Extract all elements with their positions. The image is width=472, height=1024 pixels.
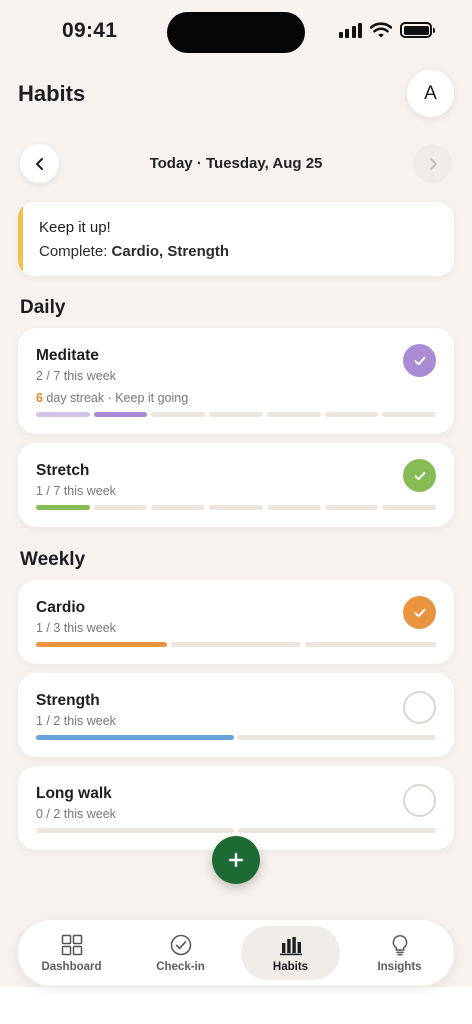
habit-progress-bar bbox=[36, 642, 437, 647]
progress-segment bbox=[382, 412, 437, 417]
progress-segment bbox=[151, 412, 206, 417]
progress-segment bbox=[36, 735, 234, 740]
progress-segment bbox=[36, 642, 167, 647]
tab-label: Habits bbox=[272, 961, 309, 973]
habit-name: Meditate bbox=[36, 347, 99, 364]
banner-complete-prefix: Complete: bbox=[39, 243, 112, 260]
progress-segment bbox=[36, 505, 90, 510]
progress-segment bbox=[151, 505, 206, 510]
habit-progress-bar bbox=[36, 828, 436, 833]
banner-complete-line: Complete: Cardio, Strength bbox=[39, 243, 229, 260]
habit-card-strength[interactable]: Strength 1 / 2 this week bbox=[18, 673, 454, 757]
progress-segment bbox=[324, 412, 379, 417]
dynamic-island bbox=[167, 12, 305, 53]
plus-icon bbox=[228, 852, 244, 868]
progress-segment bbox=[266, 412, 321, 417]
progress-segment bbox=[382, 505, 437, 510]
habit-card-meditate[interactable]: Meditate 2 / 7 this week 6 day streak · … bbox=[18, 328, 454, 434]
progress-segment bbox=[209, 505, 263, 510]
status-time: 09:41 bbox=[62, 19, 118, 42]
habit-progress-bar bbox=[36, 505, 437, 510]
section-title-daily: Daily bbox=[20, 297, 66, 318]
progress-segment bbox=[209, 412, 263, 417]
progress-segment bbox=[36, 828, 234, 833]
habit-name: Stretch bbox=[36, 462, 90, 479]
banner-complete-items: Cardio, Strength bbox=[111, 243, 230, 260]
habit-card-stretch[interactable]: Stretch 1 / 7 this week bbox=[18, 443, 454, 527]
wifi-icon bbox=[370, 22, 392, 38]
chevron-right-icon bbox=[429, 157, 437, 170]
habit-progress-bar bbox=[36, 412, 437, 417]
checkmark-icon bbox=[414, 471, 425, 480]
status-bar: 09:41 bbox=[0, 0, 472, 64]
habit-progress-text: 0 / 2 this week bbox=[36, 807, 116, 821]
banner-accent bbox=[18, 202, 23, 276]
habit-progress-text: 1 / 7 this week bbox=[36, 484, 116, 498]
streak-count: 6 bbox=[36, 391, 43, 405]
avatar[interactable]: A bbox=[407, 70, 454, 117]
banner-title: Keep it up! bbox=[39, 219, 111, 236]
date-nav: Today · Tuesday, Aug 25 bbox=[0, 144, 472, 184]
habit-progress-text: 1 / 2 this week bbox=[36, 714, 116, 728]
checkmark-icon bbox=[414, 356, 425, 365]
habit-check-button[interactable] bbox=[403, 784, 436, 817]
page-title: Habits bbox=[18, 81, 86, 106]
signal-icon bbox=[338, 22, 362, 38]
tab-label: Insights bbox=[377, 961, 422, 973]
tab-habits[interactable]: Habits bbox=[241, 926, 340, 980]
section-title-weekly: Weekly bbox=[20, 549, 86, 570]
progress-segment bbox=[266, 505, 321, 510]
habit-progress-text: 2 / 7 this week bbox=[36, 369, 116, 383]
encouragement-banner: Keep it up! Complete: Cardio, Strength bbox=[18, 202, 454, 276]
progress-segment bbox=[93, 412, 148, 417]
habit-check-button[interactable] bbox=[403, 459, 436, 492]
grid-icon bbox=[61, 934, 82, 956]
home-indicator-area bbox=[0, 987, 472, 1024]
habit-check-button[interactable] bbox=[403, 344, 436, 377]
bar-chart-icon bbox=[279, 937, 302, 956]
habit-progress-text: 1 / 3 this week bbox=[36, 621, 116, 635]
check-circle-icon bbox=[170, 934, 191, 956]
tab-check-in[interactable]: Check-in bbox=[131, 926, 230, 980]
add-habit-button[interactable] bbox=[212, 836, 260, 884]
lightbulb-icon bbox=[392, 935, 407, 956]
tab-label: Dashboard bbox=[41, 961, 102, 973]
habit-name: Cardio bbox=[36, 599, 86, 616]
progress-segment bbox=[170, 642, 302, 647]
progress-segment bbox=[305, 642, 437, 647]
progress-segment bbox=[36, 412, 90, 417]
streak-text: day streak · Keep it going bbox=[42, 391, 189, 405]
battery-icon bbox=[400, 22, 435, 38]
habit-check-button[interactable] bbox=[403, 691, 436, 724]
progress-segment bbox=[238, 828, 436, 833]
next-day-button[interactable] bbox=[413, 144, 452, 183]
habit-name: Strength bbox=[36, 692, 100, 709]
habit-streak: 6 day streak · Keep it going bbox=[36, 391, 188, 405]
date-label: Today · Tuesday, Aug 25 bbox=[149, 155, 323, 172]
habit-card-cardio[interactable]: Cardio 1 / 3 this week bbox=[18, 580, 454, 664]
habit-progress-bar bbox=[36, 735, 436, 740]
habit-check-button[interactable] bbox=[403, 596, 436, 629]
tab-dashboard[interactable]: Dashboard bbox=[22, 926, 121, 980]
status-icons bbox=[338, 22, 435, 38]
progress-segment bbox=[324, 505, 379, 510]
tab-bar: Dashboard Check-in Habits Insights bbox=[18, 920, 454, 986]
checkmark-icon bbox=[414, 608, 425, 617]
progress-segment bbox=[93, 505, 148, 510]
habit-name: Long walk bbox=[36, 785, 112, 802]
progress-segment bbox=[238, 735, 436, 740]
tab-label: Check-in bbox=[156, 961, 205, 973]
tab-insights[interactable]: Insights bbox=[350, 926, 449, 980]
